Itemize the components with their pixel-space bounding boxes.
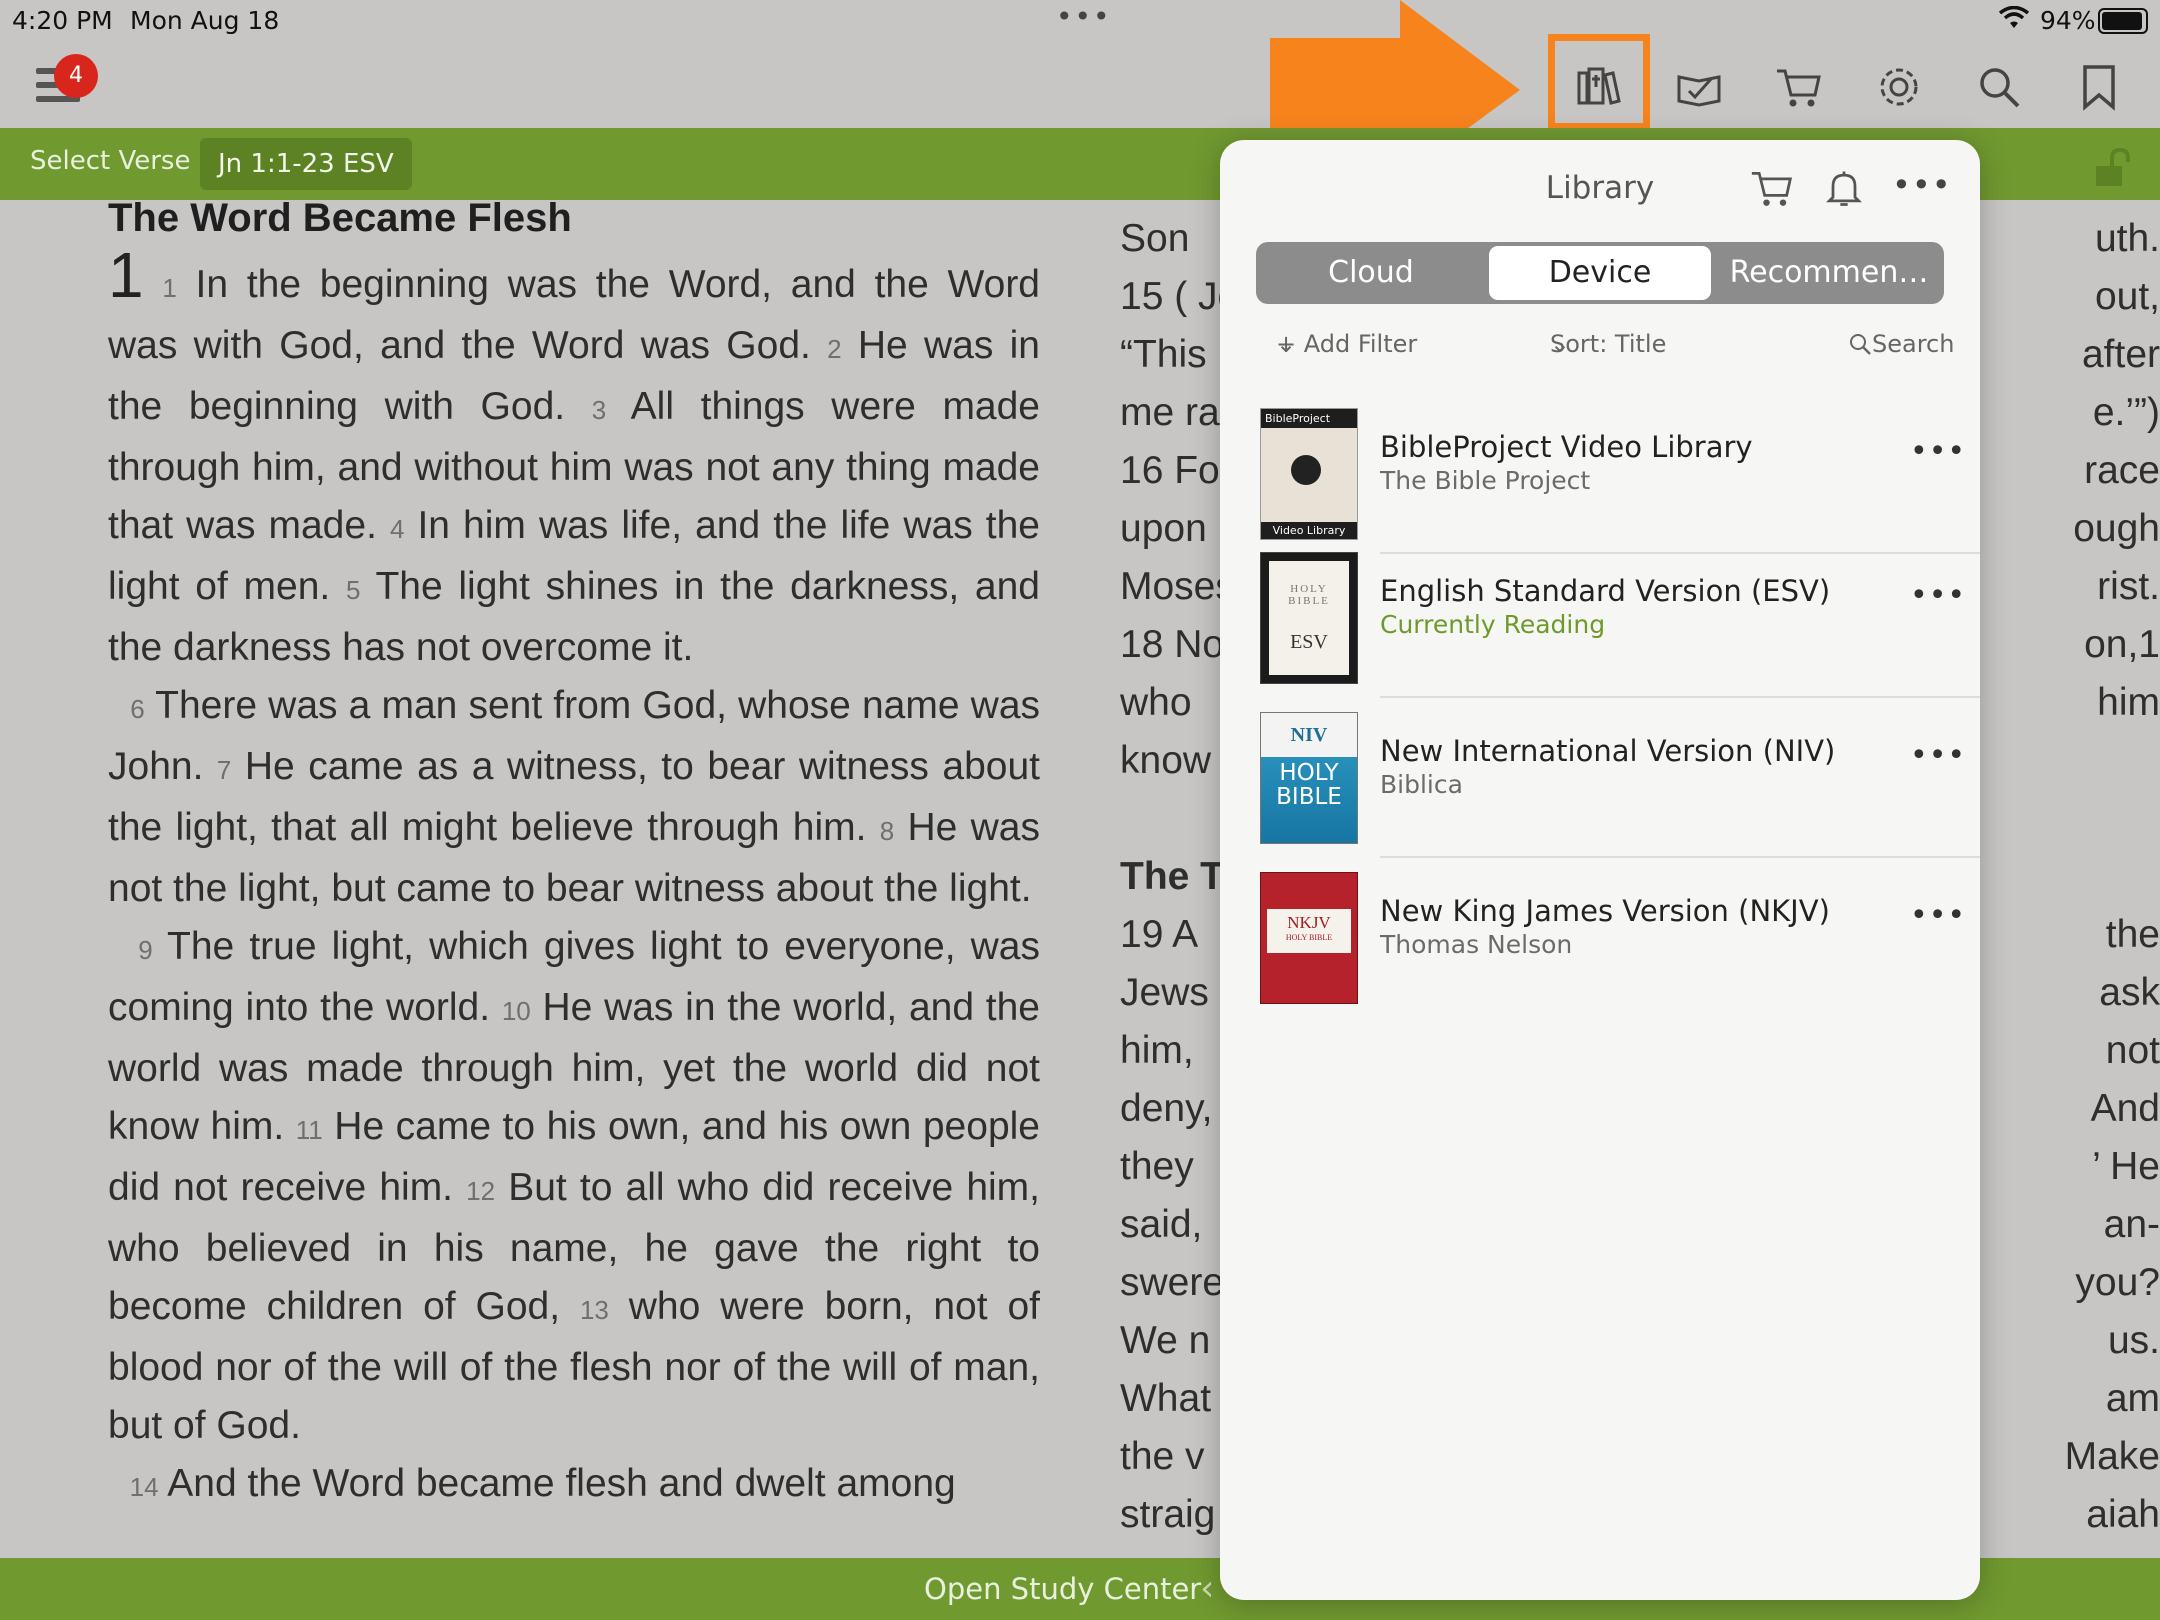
niv-cover: NIV HOLY BIBLE — [1260, 712, 1358, 844]
search-button[interactable] — [1972, 60, 2026, 114]
bibleproject-cover: BibleProject Video Library — [1260, 408, 1358, 540]
select-verse-button[interactable]: Select Verse — [30, 146, 190, 176]
item-more-icon[interactable]: ••• — [1910, 578, 1966, 613]
tab-device[interactable]: Device — [1489, 246, 1711, 300]
library-item-subtitle: Biblica — [1380, 770, 1463, 799]
status-date: Mon Aug 18 — [130, 6, 280, 35]
wifi-icon — [1998, 6, 2030, 28]
library-segmented-control: Cloud Device Recommen… — [1256, 242, 1944, 304]
top-toolbar: 4 — [0, 40, 2160, 130]
library-popover: Library ••• Cloud Device Recommen… + Add… — [1220, 140, 1980, 1600]
reading-plan-button[interactable] — [1672, 60, 1726, 114]
battery-icon — [2098, 8, 2148, 34]
bible-text-column-3: uth. out, after e.’”) race ough rist. on,1 him th… — [2064, 217, 2160, 1536]
open-book-check-icon — [1677, 75, 1721, 107]
bible-text-column: The Word Became Flesh 1 1 In the beginni… — [108, 190, 1040, 1516]
battery-percent: 94% — [2040, 6, 2096, 35]
section-heading: The Word Became Flesh — [108, 196, 572, 240]
tab-recommended[interactable]: Recommen… — [1718, 246, 1940, 300]
item-more-icon[interactable]: ••• — [1910, 898, 1966, 933]
item-more-icon[interactable]: ••• — [1910, 434, 1966, 469]
notification-badge: 4 — [54, 54, 98, 98]
library-item-bibleproject[interactable]: BibleProject Video Library BibleProject … — [1220, 394, 1980, 554]
bell-icon[interactable] — [1822, 166, 1870, 214]
library-item-niv[interactable]: NIV HOLY BIBLE New International Version… — [1220, 698, 1980, 858]
tab-cloud[interactable]: Cloud — [1260, 246, 1482, 300]
chevron-left-icon[interactable]: ‹ — [1200, 1568, 1214, 1609]
esv-cover: HOLY BIBLE ESV — [1260, 552, 1358, 684]
library-search-button[interactable]: Search — [1848, 330, 1954, 358]
verse-paragraph: 1 1 In the beginning was the Word, and t… — [108, 239, 1041, 669]
nkjv-cover: NKJV HOLY BIBLE — [1260, 872, 1358, 1004]
library-item-title: English Standard Version (ESV) — [1380, 574, 1831, 608]
verse-paragraph: 6 There was a man sent from God, whose n… — [108, 684, 1041, 910]
library-item-nkjv[interactable]: NKJV HOLY BIBLE New King James Version (… — [1220, 858, 1980, 1018]
chapter-number: 1 — [108, 239, 144, 311]
library-item-esv[interactable]: HOLY BIBLE ESV English Standard Version … — [1220, 538, 1980, 698]
search-icon — [1980, 68, 2020, 108]
currently-reading-label: Currently Reading — [1380, 610, 1606, 639]
library-item-title: New International Version (NIV) — [1380, 734, 1836, 768]
library-item-title: BibleProject Video Library — [1380, 430, 1753, 464]
library-highlight-box — [1548, 34, 1650, 130]
reference-button[interactable]: Jn 1:1-23 ESV — [200, 138, 412, 190]
lock-icon[interactable] — [2092, 146, 2136, 190]
status-time: 4:20 PM — [12, 6, 113, 35]
cart-icon — [1777, 69, 1821, 107]
status-bar: 4:20 PM Mon Aug 18 ••• 94% — [0, 0, 2160, 40]
more-options-icon[interactable]: ••• — [1892, 166, 1951, 214]
search-icon — [1850, 334, 1871, 355]
library-item-subtitle: The Bible Project — [1380, 466, 1591, 495]
bookmark-button[interactable] — [2072, 60, 2126, 114]
verse-paragraph: 9 The true light, which gives light to e… — [108, 925, 1040, 1447]
multitask-dots[interactable]: ••• — [1056, 0, 1112, 33]
library-item-title: New King James Version (NKJV) — [1380, 894, 1830, 928]
library-item-subtitle: Thomas Nelson — [1380, 930, 1573, 959]
cart-icon[interactable] — [1750, 166, 1798, 214]
bookmark-icon — [2083, 65, 2115, 111]
settings-button[interactable] — [1872, 60, 1926, 114]
sort-button[interactable]: Sort: Title ⌄ — [1550, 330, 1666, 358]
add-filter-button[interactable]: + Add Filter ⌄ — [1276, 330, 1417, 358]
store-button[interactable] — [1772, 60, 1826, 114]
gear-icon — [1880, 68, 1918, 106]
item-more-icon[interactable]: ••• — [1910, 738, 1966, 773]
open-study-center-label[interactable]: Open Study Center — [924, 1572, 1201, 1606]
verse-paragraph: 14 And the Word became flesh and dwelt a… — [129, 1462, 956, 1505]
